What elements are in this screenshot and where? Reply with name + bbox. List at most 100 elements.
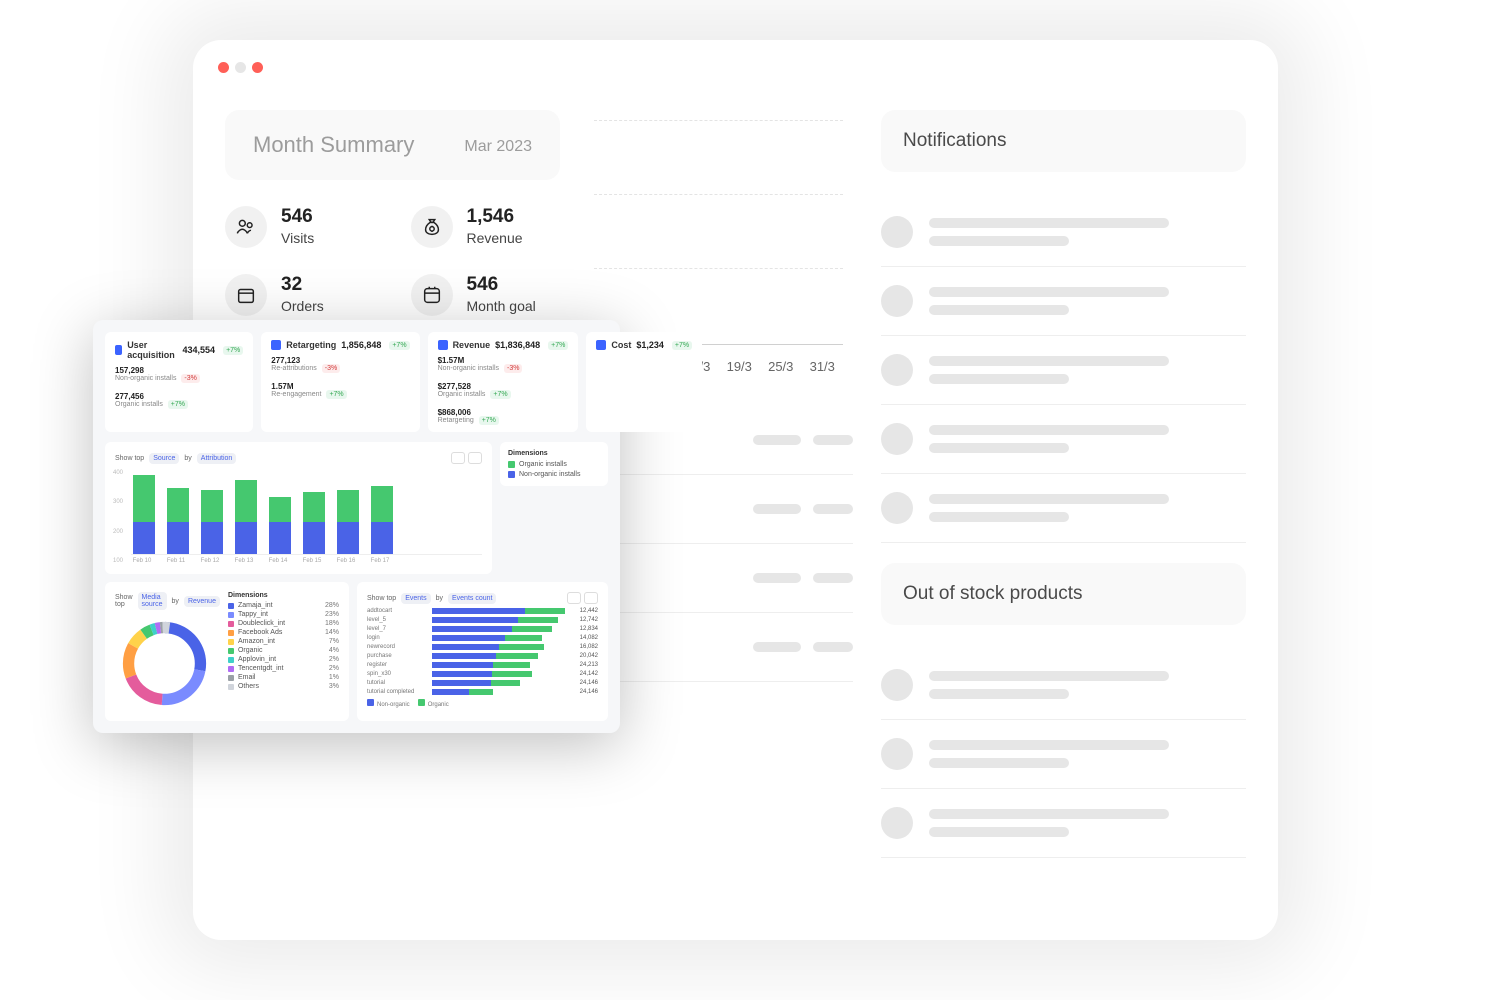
- kpi-card[interactable]: Revenue $1,836,848+7%$1.57MNon-organic i…: [428, 332, 579, 432]
- stacked-controls: Show top Source by Attribution: [115, 452, 482, 464]
- legend-title: Dimensions: [508, 450, 600, 457]
- legend-item[interactable]: Zamaja_int28%: [228, 602, 339, 609]
- stacked-xticks: Feb 10Feb 11Feb 12Feb 13Feb 14Feb 15Feb …: [131, 558, 482, 564]
- legend-item[interactable]: Tencentgdt_int2%: [228, 665, 339, 672]
- legend-item[interactable]: Non-organic installs: [508, 471, 600, 478]
- event-row: purchase20,042: [367, 653, 598, 659]
- stat-revenue-value: 1,546: [467, 206, 523, 228]
- avatar: [881, 285, 913, 317]
- stacked-bars: [131, 470, 482, 555]
- list-item[interactable]: [881, 651, 1246, 720]
- avatar: [881, 807, 913, 839]
- legend-item[interactable]: Organic: [418, 699, 449, 708]
- donut-legend-title: Dimensions: [228, 592, 339, 599]
- stat-orders-value: 32: [281, 274, 324, 296]
- events-count-chip[interactable]: Events count: [448, 593, 496, 604]
- summary-stats: 546Visits 1,546Revenue 32Orders 546Month…: [225, 206, 560, 316]
- maximize-icon[interactable]: [252, 62, 263, 73]
- show-top-label2: Show top: [115, 594, 133, 608]
- event-row: tutorial24,146: [367, 680, 598, 686]
- list-item[interactable]: [881, 474, 1246, 543]
- calendar-icon: [411, 274, 453, 316]
- analytics-overlay-card: User acquisition 434,554+7%157,298Non-or…: [93, 320, 620, 733]
- x-tick: 19/3: [719, 359, 761, 374]
- avatar: [881, 216, 913, 248]
- stacked-bar: [337, 490, 359, 554]
- legend-item[interactable]: Applovin_int2%: [228, 656, 339, 663]
- events-toggle-a[interactable]: [567, 592, 581, 604]
- events-chip[interactable]: Events: [401, 593, 430, 604]
- events-toggle-b[interactable]: [584, 592, 598, 604]
- legend-item[interactable]: Organic4%: [228, 647, 339, 654]
- money-bag-icon: [411, 206, 453, 248]
- x-tick: 31/3: [802, 359, 844, 374]
- out-of-stock-header: Out of stock products: [881, 563, 1246, 625]
- stacked-bar: [269, 497, 291, 554]
- notifications-list: [881, 198, 1246, 543]
- stat-goal-value: 546: [467, 274, 536, 296]
- stat-goal-label: Month goal: [467, 298, 536, 314]
- x-tick: 25/3: [760, 359, 802, 374]
- list-item[interactable]: [881, 405, 1246, 474]
- notifications-header: Notifications: [881, 110, 1246, 172]
- avatar: [881, 354, 913, 386]
- legend-item[interactable]: Email1%: [228, 674, 339, 681]
- out-of-stock-list: [881, 651, 1246, 858]
- legend-item[interactable]: Amazon_int7%: [228, 638, 339, 645]
- list-item[interactable]: [881, 198, 1246, 267]
- avatar: [881, 738, 913, 770]
- media-source-card: Show top Media source by Revenue Dimensi…: [105, 582, 349, 721]
- avatar: [881, 423, 913, 455]
- window-traffic-lights: [218, 62, 263, 73]
- event-row: login14,082: [367, 635, 598, 641]
- event-row: tutorial completed24,146: [367, 689, 598, 695]
- media-source-chip[interactable]: Media source: [138, 592, 167, 610]
- stat-goal: 546 Month goal: [411, 274, 561, 316]
- list-item[interactable]: [881, 789, 1246, 858]
- legend-item[interactable]: Doubleclick_int18%: [228, 620, 339, 627]
- legend-item[interactable]: Organic installs: [508, 461, 600, 468]
- legend-item[interactable]: Non-organic: [367, 699, 410, 708]
- stacked-bar: [235, 480, 257, 554]
- chart-line-toggle[interactable]: [451, 452, 465, 464]
- main-right-column: Notifications Out of stock products: [881, 70, 1246, 910]
- event-row: addtocart12,442: [367, 608, 598, 614]
- list-item[interactable]: [881, 267, 1246, 336]
- kpi-row: User acquisition 434,554+7%157,298Non-or…: [105, 332, 608, 432]
- events-card: Show top Events by Events count addtocar…: [357, 582, 608, 721]
- show-top-label3: Show top: [367, 595, 396, 602]
- month-summary-date[interactable]: Mar 2023: [464, 138, 532, 156]
- stat-revenue: 1,546Revenue: [411, 206, 561, 248]
- attribution-chip[interactable]: Attribution: [197, 453, 237, 464]
- stacked-bar: [133, 475, 155, 554]
- stacked-bar: [167, 488, 189, 554]
- kpi-card[interactable]: Cost $1,234+7%: [586, 332, 702, 432]
- close-icon[interactable]: [218, 62, 229, 73]
- kpi-card[interactable]: User acquisition 434,554+7%157,298Non-or…: [105, 332, 253, 432]
- kpi-card[interactable]: Retargeting 1,856,848+7%277,123Re-attrib…: [261, 332, 419, 432]
- stacked-bar: [371, 486, 393, 554]
- month-summary-card: Month Summary Mar 2023: [225, 110, 560, 180]
- show-top-label: Show top: [115, 455, 144, 462]
- media-source-legend: Dimensions Zamaja_int28% Tappy_int23% Doub…: [228, 592, 339, 711]
- legend-item[interactable]: Tappy_int23%: [228, 611, 339, 618]
- list-item[interactable]: [881, 720, 1246, 789]
- source-chip[interactable]: Source: [149, 453, 179, 464]
- stacked-bar: [201, 490, 223, 554]
- event-row: register24,213: [367, 662, 598, 668]
- stat-visits-value: 546: [281, 206, 314, 228]
- avatar: [881, 492, 913, 524]
- list-item[interactable]: [881, 336, 1246, 405]
- event-row: spin_x3024,142: [367, 671, 598, 677]
- stat-visits-label: Visits: [281, 230, 314, 246]
- revenue-chip[interactable]: Revenue: [184, 596, 220, 607]
- event-row: level_712,834: [367, 626, 598, 632]
- by-label2: by: [172, 598, 179, 605]
- legend-item[interactable]: Facebook Ads14%: [228, 629, 339, 636]
- donut-chart: [117, 616, 212, 711]
- stacked-bar: [303, 492, 325, 554]
- event-row: level_512,742: [367, 617, 598, 623]
- legend-item[interactable]: Others3%: [228, 683, 339, 690]
- chart-bar-toggle[interactable]: [468, 452, 482, 464]
- minimize-icon[interactable]: [235, 62, 246, 73]
